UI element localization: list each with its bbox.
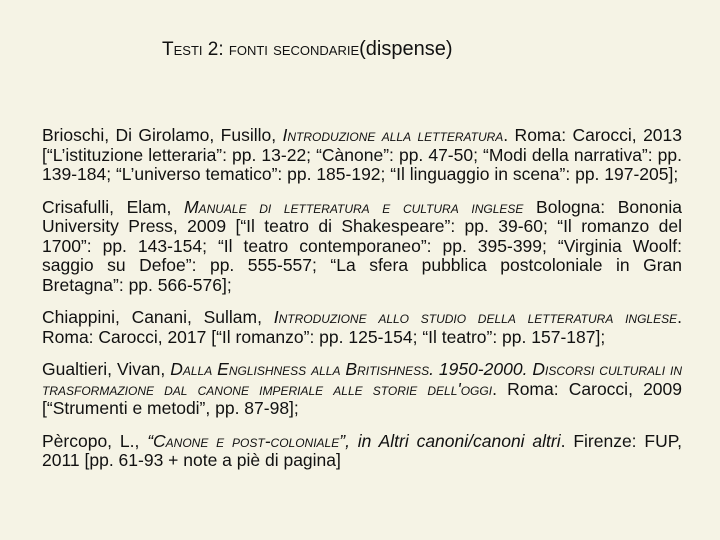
bibliography-entry: Crisafulli, Elam, Manuale di letteratura… bbox=[42, 196, 682, 296]
entry-authors: Chiappini, Canani, Sullam, bbox=[42, 307, 274, 327]
bibliography-entry: Chiappini, Canani, Sullam, Introduzione … bbox=[42, 307, 682, 347]
title-note: (dispense) bbox=[359, 38, 453, 60]
entry-book-title: Manuale di letteratura e cultura inglese bbox=[183, 196, 524, 217]
bibliography-entry: Pèrcopo, L., “Canone e post-coloniale”, … bbox=[42, 430, 682, 471]
bibliography-entry: Brioschi, Di Girolamo, Fusillo, Introduz… bbox=[42, 125, 682, 185]
entry-book-title: Introduzione allo studio della letteratu… bbox=[273, 307, 678, 327]
bibliography-list: Brioschi, Di Girolamo, Fusillo, Introduz… bbox=[42, 125, 682, 484]
entry-collection-title: , in Altri canoni/canoni altri bbox=[345, 430, 561, 451]
slide-title: Testi 2: fonti secondarie(dispense) bbox=[162, 38, 453, 61]
entry-authors: Crisafulli, Elam, bbox=[42, 196, 184, 217]
entry-authors: Gualtieri, Vivan, bbox=[42, 359, 171, 379]
entry-book-title: Introduzione alla letteratura bbox=[282, 125, 504, 145]
entry-authors: Pèrcopo, L., bbox=[42, 430, 148, 451]
entry-authors: Brioschi, Di Girolamo, Fusillo, bbox=[42, 125, 283, 145]
title-main: Testi 2: fonti secondarie bbox=[162, 39, 360, 60]
entry-book-title: “Canone e post-coloniale” bbox=[147, 430, 346, 451]
bibliography-entry: Gualtieri, Vivan, Dalla Englishness alla… bbox=[42, 359, 682, 419]
